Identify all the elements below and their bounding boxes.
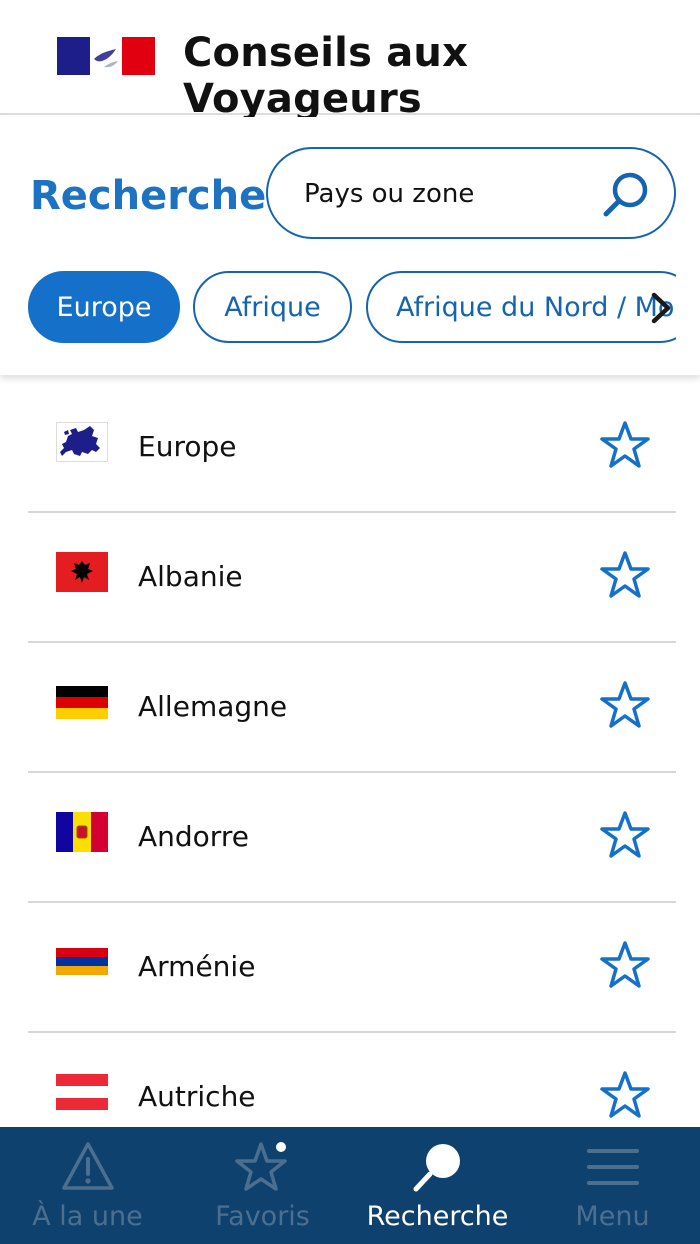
menu-icon [586,1149,639,1185]
chip-afrique-du-nord[interactable]: Afrique du Nord / Mo [366,271,676,343]
search-icon[interactable] [600,169,652,221]
star-icon[interactable] [600,1070,650,1120]
app-header: Conseils aux Voyageurs [0,0,700,122]
star-icon[interactable] [600,550,650,600]
albania-flag [56,552,108,592]
country-name: Albanie [138,560,243,593]
europe-map-flag [56,422,108,462]
nav-tab-a-la-une[interactable]: À la une [0,1127,175,1244]
nav-tab-menu[interactable]: Menu [525,1127,700,1244]
search-section: Recherche Europe Afrique Afrique du Nord… [0,117,700,375]
search-input[interactable] [304,171,594,217]
country-name: Andorre [138,820,249,853]
star-icon[interactable] [600,420,650,470]
country-name: Autriche [138,1080,256,1113]
andorra-flag [56,812,108,852]
list-item[interactable]: Albanie [28,513,676,643]
search-box[interactable] [266,147,676,239]
star-icon[interactable] [600,810,650,860]
app-title: Conseils aux Voyageurs [183,30,469,122]
nav-tab-recherche[interactable]: Recherche [350,1127,525,1244]
search-heading: Recherche [30,173,267,219]
region-chips[interactable]: Europe Afrique Afrique du Nord / Mo [28,271,676,343]
list-item[interactable]: Andorre [28,773,676,903]
list-item[interactable]: Allemagne [28,643,676,773]
chevron-right-icon[interactable] [646,291,676,325]
nav-label: Favoris [215,1201,310,1232]
chip-europe[interactable]: Europe [28,271,180,343]
germany-flag [56,686,108,719]
list-item[interactable]: Arménie [28,903,676,1033]
austria-flag [56,1074,108,1110]
nav-tab-favoris[interactable]: Favoris [175,1127,350,1244]
nav-label: Recherche [366,1201,509,1232]
nav-label: Menu [575,1201,650,1232]
armenia-flag [56,948,108,975]
warning-icon [61,1142,114,1190]
star-icon[interactable] [600,680,650,730]
country-name: Allemagne [138,690,288,723]
country-name: Europe [138,430,237,463]
star-icon [234,1142,287,1191]
list-item[interactable]: Europe [28,383,676,513]
search-icon [413,1144,460,1192]
country-name: Arménie [138,950,256,983]
chip-afrique[interactable]: Afrique [193,271,352,343]
government-logo [57,37,155,75]
country-list: Europe Albanie Allemagne Andorre Arménie… [28,383,676,1163]
nav-label: À la une [32,1201,143,1232]
bottom-navigation: À la une Favoris Recherche Menu [0,1127,700,1244]
star-icon[interactable] [600,940,650,990]
